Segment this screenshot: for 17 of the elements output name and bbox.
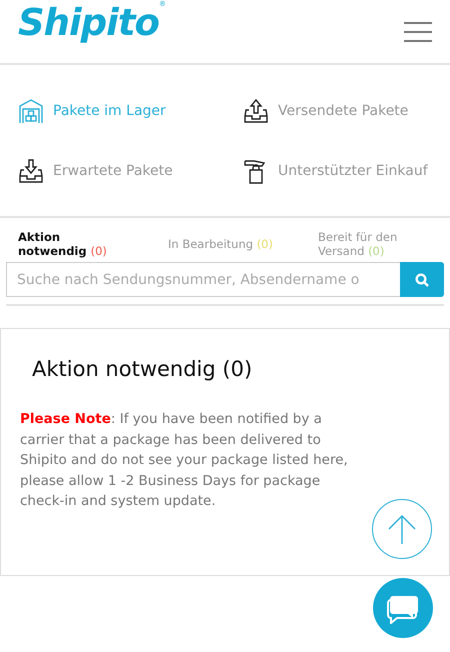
- menu-icon[interactable]: [404, 22, 432, 42]
- nav-link[interactable]: Versendete Pakete: [243, 97, 450, 125]
- search-icon: [415, 272, 429, 286]
- status-tab[interactable]: Aktion notwendig (0): [18, 230, 130, 258]
- search-field[interactable]: Suche nach Sendungsnummer, Absendername o: [6, 262, 400, 297]
- inbox-icon: [18, 158, 44, 184]
- panel-title: Aktion notwendig (0): [32, 357, 254, 381]
- outbox-icon: [243, 98, 269, 124]
- warehouse-icon: [18, 98, 44, 124]
- nav-link[interactable]: Unterstützter Einkauf: [243, 157, 450, 185]
- note-text: Please Note: If you have been notified by a carrier that a package has been delivered to Shipito and do not see your package listed here, please allow 1 -2 Business Days for package check-in and system update.: [20, 410, 349, 511]
- status-tab[interactable]: In Bearbeitung (0): [168, 230, 280, 258]
- nav-link[interactable]: Erwartete Pakete: [18, 157, 243, 185]
- status-tab[interactable]: Bereit für den Versand (0): [318, 230, 430, 258]
- nav-link[interactable]: Pakete im Lager: [18, 97, 243, 125]
- arrow-up-icon: [388, 514, 416, 544]
- search-button[interactable]: [400, 262, 444, 297]
